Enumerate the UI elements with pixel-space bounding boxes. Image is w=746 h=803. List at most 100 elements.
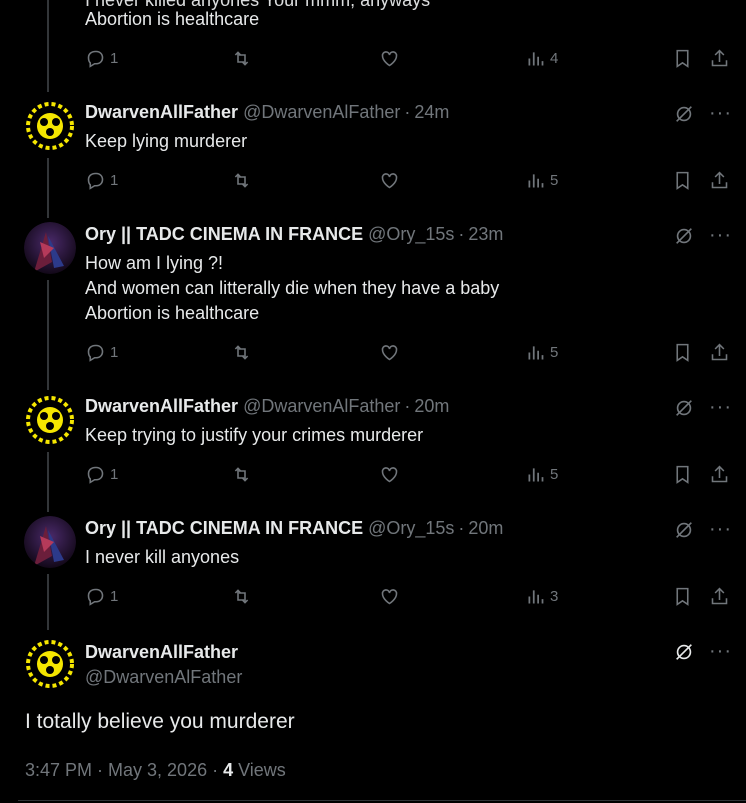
retweet-icon: [234, 467, 249, 482]
tweet-text: I never kill anyones: [85, 547, 240, 567]
share-button[interactable]: [709, 586, 730, 607]
avatar[interactable]: [24, 222, 76, 274]
retweet-button[interactable]: [231, 48, 252, 69]
thread-line: [47, 280, 49, 390]
share-icon: [711, 343, 728, 361]
thread-line: [47, 452, 49, 512]
tweet-text: Keep trying to justify your crimes murde…: [85, 425, 424, 445]
like-button[interactable]: [379, 586, 400, 607]
reply-count: 1: [110, 466, 119, 483]
tweet-header: DwarvenAllFather @DwarvenAlFather · 24m: [85, 102, 449, 123]
views-button[interactable]: 5: [525, 342, 558, 363]
views-button[interactable]: 5: [525, 464, 558, 485]
views-button[interactable]: 5: [525, 170, 558, 191]
like-button[interactable]: [379, 170, 400, 191]
more-icon[interactable]: ···: [709, 396, 732, 419]
more-icon[interactable]: ···: [709, 224, 732, 247]
more-icon[interactable]: ···: [709, 518, 732, 541]
reply-button[interactable]: 1: [85, 342, 118, 363]
retweet-button[interactable]: [231, 586, 252, 607]
share-icon: [711, 587, 728, 605]
prev-tweet-text: Abortion is healthcare: [85, 9, 260, 29]
retweet-icon: [234, 51, 249, 66]
more-icon[interactable]: ···: [709, 102, 732, 125]
reply-count: 1: [110, 172, 119, 189]
tweet-time[interactable]: 20m: [468, 518, 503, 538]
separator: ·: [404, 396, 411, 416]
reply-button[interactable]: 1: [85, 170, 118, 191]
author-name[interactable]: DwarvenAllFather: [85, 396, 238, 416]
reply-button[interactable]: 1: [85, 48, 118, 69]
tweet-top-actions: ···: [673, 518, 732, 541]
tweet-text: I totally believe you murderer: [25, 710, 295, 733]
like-button[interactable]: [379, 464, 400, 485]
like-button[interactable]: [379, 48, 400, 69]
share-icon: [711, 171, 728, 189]
author-handle[interactable]: @DwarvenAlFather: [85, 667, 242, 688]
author-name[interactable]: DwarvenAllFather: [85, 102, 238, 122]
views-label: Views: [233, 760, 286, 780]
author-name[interactable]: DwarvenAllFather: [85, 642, 238, 663]
grok-icon[interactable]: [673, 225, 695, 247]
share-button[interactable]: [709, 464, 730, 485]
tweet-actions: 15: [85, 170, 735, 194]
grok-icon[interactable]: [673, 397, 695, 419]
author-handle[interactable]: @DwarvenAlFather: [243, 102, 400, 122]
dwarf-emblem-icon: [24, 100, 76, 152]
tweet-header: Ory || TADC CINEMA IN FRANCE @Ory_15s · 20…: [85, 518, 503, 539]
tweet-header: Ory || TADC CINEMA IN FRANCE @Ory_15s · 23…: [85, 224, 503, 245]
view-count: 5: [550, 466, 559, 483]
grok-icon[interactable]: [673, 103, 695, 125]
avatar[interactable]: [24, 638, 76, 690]
share-button[interactable]: [709, 342, 730, 363]
reply-button[interactable]: 1: [85, 464, 118, 485]
views-button[interactable]: 4: [525, 48, 558, 69]
view-count: 5: [550, 172, 559, 189]
reply-button[interactable]: 1: [85, 586, 118, 607]
author-handle[interactable]: @Ory_15s: [368, 518, 454, 538]
avatar[interactable]: [24, 394, 76, 446]
profile-picture-icon: [24, 222, 76, 274]
tweet-timestamp[interactable]: 3:47 PM · May 3, 2026 ·: [25, 760, 223, 780]
retweet-button[interactable]: [231, 464, 252, 485]
bookmark-icon: [676, 49, 689, 68]
retweet-button[interactable]: [231, 170, 252, 191]
tweet-time[interactable]: 20m: [414, 396, 449, 416]
separator: ·: [458, 224, 465, 244]
tweet-top-actions: ···: [673, 396, 732, 419]
reply-count: 1: [110, 344, 119, 361]
bookmark-button[interactable]: [672, 464, 693, 485]
tweet-meta: 3:47 PM · May 3, 2026 · 4 Views: [25, 760, 286, 781]
bookmark-button[interactable]: [672, 170, 693, 191]
thread-line: [47, 574, 49, 630]
bookmark-button[interactable]: [672, 48, 693, 69]
grok-icon[interactable]: [673, 519, 695, 541]
dwarf-emblem-icon: [24, 638, 76, 690]
author-handle[interactable]: @Ory_15s: [368, 224, 454, 244]
bookmark-button[interactable]: [672, 342, 693, 363]
share-button[interactable]: [709, 48, 730, 69]
share-button[interactable]: [709, 170, 730, 191]
tweet-actions: 15: [85, 464, 735, 488]
tweet-time[interactable]: 24m: [414, 102, 449, 122]
author-name[interactable]: Ory || TADC CINEMA IN FRANCE: [85, 224, 363, 244]
retweet-button[interactable]: [231, 342, 252, 363]
view-count: 3: [550, 588, 559, 605]
author-handle[interactable]: @DwarvenAlFather: [243, 396, 400, 416]
dwarf-emblem-icon: [24, 394, 76, 446]
like-button[interactable]: [379, 342, 400, 363]
bookmark-icon: [676, 465, 689, 484]
more-icon[interactable]: ···: [709, 640, 732, 663]
grok-icon[interactable]: [673, 641, 695, 663]
bookmark-icon: [676, 343, 689, 362]
author-name[interactable]: Ory || TADC CINEMA IN FRANCE: [85, 518, 363, 538]
tweet-time[interactable]: 23m: [468, 224, 503, 244]
bookmark-icon: [676, 171, 689, 190]
bookmark-button[interactable]: [672, 586, 693, 607]
views-button[interactable]: 3: [525, 586, 558, 607]
avatar[interactable]: [24, 100, 76, 152]
avatar[interactable]: [24, 516, 76, 568]
like-icon: [381, 51, 398, 67]
conversation-thread: I never killed anyones Your mmm, anyways…: [0, 0, 746, 803]
reply-icon: [87, 466, 104, 484]
